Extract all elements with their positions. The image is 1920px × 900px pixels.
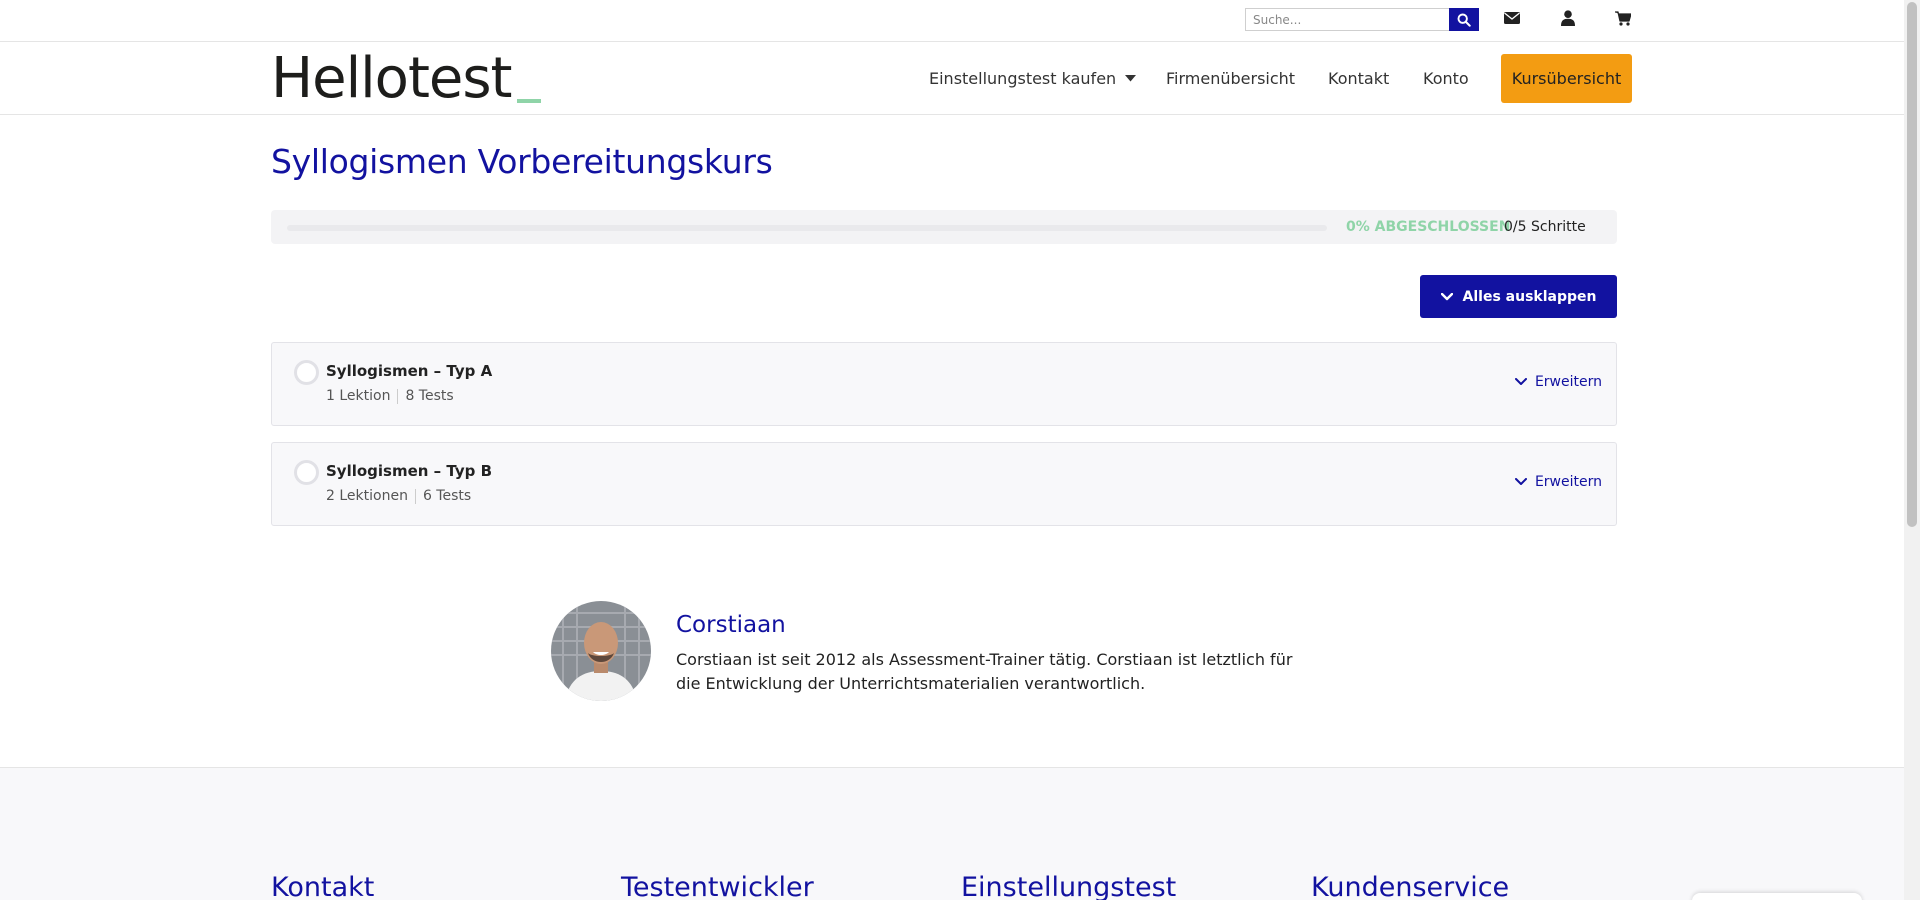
section-title[interactable]: Syllogismen – Typ B: [326, 462, 492, 480]
nav-einstellungstest[interactable]: Einstellungstest kaufen: [929, 42, 1137, 115]
section-meta: 1 Lektion 8 Tests: [326, 388, 454, 404]
envelope-icon[interactable]: [1501, 8, 1523, 28]
expand-all-button[interactable]: Alles ausklappen: [1420, 275, 1617, 318]
lesson-count: 2 Lektionen: [326, 488, 408, 504]
footer-heading: Testentwickler: [621, 872, 814, 900]
author-avatar: [551, 601, 651, 701]
page-title: Syllogismen Vorbereitungskurs: [271, 142, 773, 181]
progress-track: [287, 225, 1327, 231]
expand-all-label: Alles ausklappen: [1462, 288, 1597, 305]
expand-label: Erweitern: [1534, 474, 1602, 490]
progress-steps-label: 0/5 Schritte: [1504, 219, 1586, 235]
caret-down-icon: [1125, 75, 1137, 82]
nav-label: Einstellungstest kaufen: [929, 69, 1117, 88]
chevron-down-icon: [1514, 378, 1527, 385]
search-form: [1245, 8, 1479, 31]
nav-label: Kontakt: [1328, 69, 1390, 88]
footer-heading: Kundenservice: [1311, 872, 1510, 900]
scrollbar-thumb[interactable]: [1907, 2, 1917, 527]
user-icon[interactable]: [1557, 8, 1579, 28]
status-circle-icon: [294, 360, 319, 385]
course-section: Syllogismen – Typ A 1 Lektion 8 Tests Er…: [271, 342, 1617, 426]
chevron-down-icon: [1440, 292, 1453, 300]
footer-heading: Einstellungstest: [961, 872, 1177, 900]
divider: [397, 388, 399, 404]
expand-section-button[interactable]: Erweitern: [1514, 374, 1602, 390]
chevron-down-icon: [1514, 478, 1527, 485]
nav-kontakt[interactable]: Kontakt: [1328, 42, 1389, 115]
logo[interactable]: Hellotest: [271, 46, 542, 111]
author-bio: Corstiaan ist seit 2012 als Assessment-T…: [676, 650, 1293, 693]
chat-widget[interactable]: [1692, 893, 1862, 900]
kursuebersicht-button[interactable]: Kursübersicht: [1501, 54, 1632, 103]
search-icon: [1457, 13, 1471, 27]
progress-percent-label: 0% ABGESCHLOSSEN: [1346, 219, 1511, 235]
footer-heading: Kontakt: [271, 872, 375, 900]
logo-text: Hellotest: [271, 46, 512, 111]
expand-section-button[interactable]: Erweitern: [1514, 474, 1602, 490]
expand-label: Erweitern: [1534, 374, 1602, 390]
nav-label: Firmenübersicht: [1166, 69, 1296, 88]
site-header: Hellotest Einstellungstest kaufen Firmen…: [0, 42, 1904, 115]
page: Hellotest Einstellungstest kaufen Firmen…: [0, 0, 1904, 900]
top-bar: [0, 0, 1904, 42]
lesson-count: 1 Lektion: [326, 388, 391, 404]
status-circle-icon: [294, 460, 319, 485]
cart-icon[interactable]: [1612, 8, 1634, 28]
divider: [414, 488, 416, 504]
site-footer: Kontakt Testentwickler Einstellungstest …: [0, 767, 1904, 900]
test-count: 8 Tests: [405, 388, 454, 404]
search-input[interactable]: [1245, 8, 1449, 31]
test-count: 6 Tests: [422, 488, 472, 504]
section-meta: 2 Lektionen 6 Tests: [326, 488, 471, 504]
author-name: Corstiaan: [676, 612, 786, 638]
section-title[interactable]: Syllogismen – Typ A: [326, 362, 492, 380]
course-section: Syllogismen – Typ B 2 Lektionen 6 Tests …: [271, 442, 1617, 526]
logo-underscore: [517, 99, 542, 103]
search-button[interactable]: [1449, 8, 1479, 31]
nav-konto[interactable]: Konto: [1423, 42, 1469, 115]
nav-label: Konto: [1423, 69, 1469, 88]
progress-bar: 0% ABGESCHLOSSEN 0/5 Schritte: [271, 210, 1617, 244]
nav-firmenuebersicht[interactable]: Firmenübersicht: [1166, 42, 1295, 115]
scrollbar[interactable]: [1904, 0, 1920, 900]
